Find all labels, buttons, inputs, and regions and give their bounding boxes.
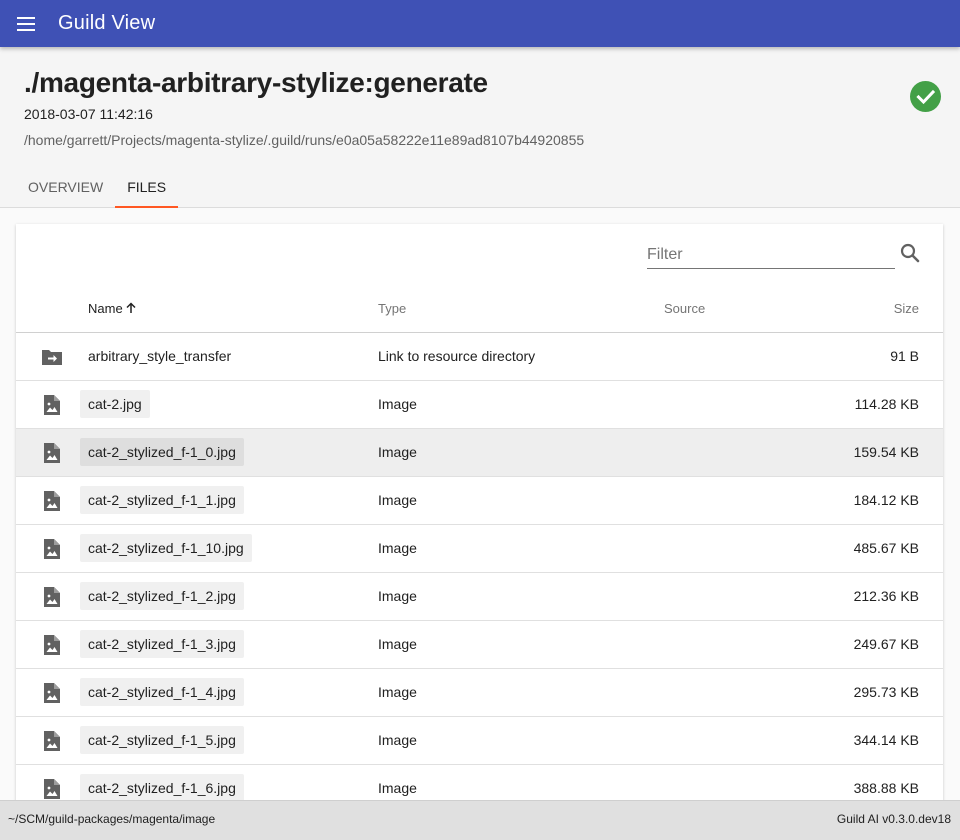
image-file-icon <box>44 731 60 751</box>
table-row[interactable]: cat-2_stylized_f-1_0.jpg Image 159.54 KB <box>16 429 943 477</box>
file-name[interactable]: cat-2.jpg <box>80 390 150 418</box>
image-file-icon <box>44 635 60 655</box>
file-name[interactable]: cat-2_stylized_f-1_4.jpg <box>80 678 244 706</box>
file-size: 295.73 KB <box>853 684 919 700</box>
image-file-icon <box>44 491 60 511</box>
file-type: Image <box>378 444 417 460</box>
column-header-type[interactable]: Type <box>378 284 406 332</box>
table-row[interactable]: cat-2_stylized_f-1_4.jpg Image 295.73 KB <box>16 669 943 717</box>
file-type: Image <box>378 492 417 508</box>
column-name-label: Name <box>88 300 123 316</box>
tab-bar: OVERVIEW FILES <box>16 166 179 208</box>
file-size: 91 B <box>890 348 919 364</box>
filter-field[interactable] <box>647 242 895 269</box>
app-title: Guild View <box>58 12 156 34</box>
file-name[interactable]: cat-2_stylized_f-1_5.jpg <box>80 726 244 754</box>
table-row[interactable]: cat-2.jpg Image 114.28 KB <box>16 381 943 429</box>
file-size: 485.67 KB <box>853 540 919 556</box>
file-type: Image <box>378 732 417 748</box>
tab-files[interactable]: FILES <box>115 166 179 208</box>
image-file-icon <box>44 395 60 415</box>
file-name[interactable]: cat-2_stylized_f-1_0.jpg <box>80 438 244 466</box>
column-header-source[interactable]: Source <box>664 284 705 332</box>
table-row[interactable]: cat-2_stylized_f-1_10.jpg Image 485.67 K… <box>16 525 943 573</box>
column-header-size[interactable]: Size <box>894 284 919 332</box>
image-file-icon <box>44 539 60 559</box>
table-row[interactable]: cat-2_stylized_f-1_2.jpg Image 212.36 KB <box>16 573 943 621</box>
menu-icon[interactable] <box>14 12 38 36</box>
file-type: Image <box>378 540 417 556</box>
file-size: 114.28 KB <box>854 396 919 412</box>
files-card: Name Type Source Size arbitrary_style_tr… <box>16 224 943 824</box>
table-header: Name Type Source Size <box>16 284 943 333</box>
run-path: /home/garrett/Projects/magenta-stylize/.… <box>24 132 585 148</box>
file-type: Image <box>378 636 417 652</box>
file-name[interactable]: cat-2_stylized_f-1_2.jpg <box>80 582 244 610</box>
file-name[interactable]: cat-2_stylized_f-1_3.jpg <box>80 630 244 658</box>
file-type: Image <box>378 396 417 412</box>
tab-overview[interactable]: OVERVIEW <box>16 166 115 208</box>
search-icon[interactable] <box>898 241 922 265</box>
table-row[interactable]: cat-2_stylized_f-1_5.jpg Image 344.14 KB <box>16 717 943 765</box>
file-size: 159.54 KB <box>853 444 919 460</box>
table-row[interactable]: cat-2_stylized_f-1_3.jpg Image 249.67 KB <box>16 621 943 669</box>
file-size: 212.36 KB <box>853 588 919 604</box>
image-file-icon <box>44 779 60 799</box>
table-row[interactable]: cat-2_stylized_f-1_1.jpg Image 184.12 KB <box>16 477 943 525</box>
file-name[interactable]: cat-2_stylized_f-1_1.jpg <box>80 486 244 514</box>
file-name[interactable]: cat-2_stylized_f-1_10.jpg <box>80 534 252 562</box>
table-row[interactable]: arbitrary_style_transfer Link to resourc… <box>16 333 943 381</box>
image-file-icon <box>44 683 60 703</box>
file-type: Link to resource directory <box>378 348 536 364</box>
image-file-icon <box>44 587 60 607</box>
run-header: ./magenta-arbitrary-stylize:generate 201… <box>0 47 960 208</box>
file-size: 344.14 KB <box>853 732 919 748</box>
column-header-name[interactable]: Name <box>88 284 137 332</box>
check-circle-icon <box>910 81 941 112</box>
arrow-up-icon <box>125 302 137 314</box>
image-file-icon <box>44 443 60 463</box>
app-bar: Guild View <box>0 0 960 47</box>
working-directory: ~/SCM/guild-packages/magenta/image <box>8 812 216 826</box>
files-table-body: arbitrary_style_transfer Link to resourc… <box>16 333 943 813</box>
status-bar: ~/SCM/guild-packages/magenta/image Guild… <box>0 800 960 840</box>
file-size: 184.12 KB <box>853 492 919 508</box>
app-version: Guild AI v0.3.0.dev18 <box>836 812 951 826</box>
file-name[interactable]: cat-2_stylized_f-1_6.jpg <box>80 774 244 802</box>
folder-link-icon <box>42 350 62 365</box>
file-size: 249.67 KB <box>853 636 919 652</box>
run-title: ./magenta-arbitrary-stylize:generate <box>24 67 488 98</box>
run-started: 2018-03-07 11:42:16 <box>24 106 153 122</box>
file-type: Image <box>378 684 417 700</box>
filter-input[interactable] <box>647 242 895 268</box>
file-name[interactable]: arbitrary_style_transfer <box>80 342 239 370</box>
file-type: Image <box>378 588 417 604</box>
